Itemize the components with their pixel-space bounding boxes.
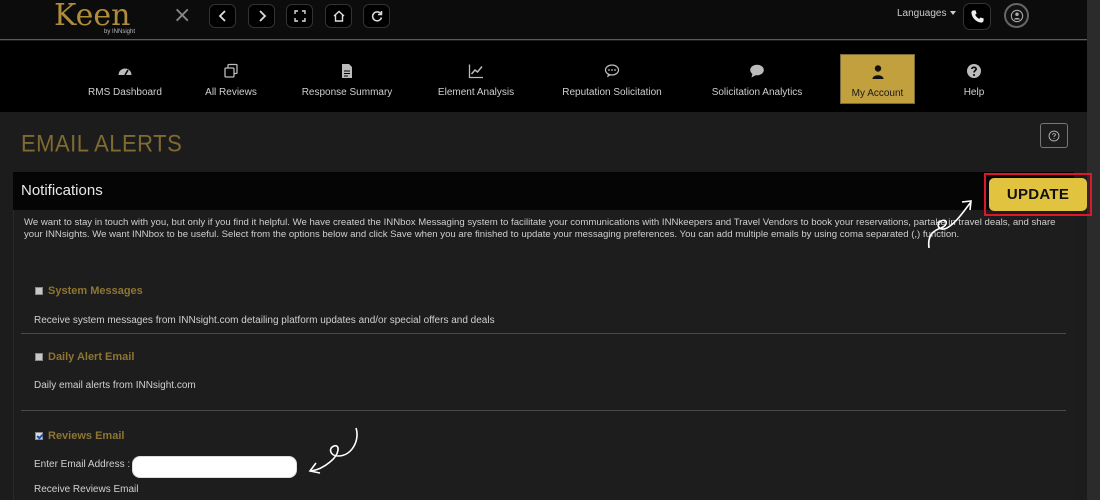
main-nav: RMS Dashboard All Reviews Response Summa… bbox=[0, 41, 1087, 112]
divider bbox=[21, 333, 1066, 334]
nav-item-help[interactable]: Help bbox=[955, 41, 993, 112]
nav-label: My Account bbox=[851, 88, 904, 99]
daily-alert-checkbox[interactable] bbox=[35, 353, 43, 361]
nav-label: Solicitation Analytics bbox=[711, 87, 803, 98]
system-messages-checkbox[interactable] bbox=[35, 287, 43, 295]
nav-item-reputation-solicitation[interactable]: Reputation Solicitation bbox=[556, 41, 668, 112]
caret-down-icon bbox=[949, 11, 956, 16]
option-label: Daily Alert Email bbox=[48, 351, 135, 363]
home-icon bbox=[333, 10, 344, 22]
nav-item-solicitation-analytics[interactable]: Solicitation Analytics bbox=[704, 41, 810, 112]
languages-dropdown[interactable]: Languages bbox=[897, 8, 956, 19]
question-icon bbox=[967, 64, 981, 78]
forward-icon bbox=[258, 10, 266, 22]
nav-item-rms-dashboard[interactable]: RMS Dashboard bbox=[84, 41, 166, 112]
nav-label: All Reviews bbox=[205, 87, 257, 98]
nav-label: Response Summary bbox=[301, 87, 393, 98]
chat-bubble-icon bbox=[750, 64, 764, 78]
dashboard-icon bbox=[118, 68, 132, 76]
forward-button[interactable] bbox=[248, 4, 275, 28]
close-icon[interactable]: × bbox=[173, 5, 193, 27]
nav-label: Element Analysis bbox=[437, 87, 515, 98]
email-label: Enter Email Address : bbox=[34, 459, 131, 470]
panel-header bbox=[13, 172, 1074, 210]
page-title: EMAIL ALERTS bbox=[21, 129, 183, 158]
option-system-messages[interactable]: System Messages bbox=[35, 285, 143, 297]
panel-title: Notifications bbox=[21, 182, 103, 199]
nav-item-element-analysis[interactable]: Element Analysis bbox=[432, 41, 520, 112]
curved-arrow-icon bbox=[308, 427, 358, 474]
update-highlight: UPDATE bbox=[984, 173, 1092, 216]
reviews-icon bbox=[224, 63, 238, 78]
profile-button[interactable] bbox=[1004, 3, 1029, 28]
document-icon bbox=[342, 64, 352, 78]
phone-button[interactable] bbox=[963, 3, 991, 30]
user-icon bbox=[872, 65, 883, 79]
nav-item-response-summary[interactable]: Response Summary bbox=[296, 41, 398, 112]
fullscreen-icon bbox=[293, 10, 306, 22]
languages-label: Languages bbox=[897, 8, 947, 19]
intro-text: We want to stay in touch with you, but o… bbox=[24, 217, 1056, 240]
nav-label: RMS Dashboard bbox=[88, 87, 162, 98]
back-button[interactable] bbox=[209, 4, 236, 28]
fullscreen-button[interactable] bbox=[286, 4, 313, 28]
email-input[interactable] bbox=[132, 456, 297, 478]
line-chart-icon bbox=[468, 64, 483, 79]
option-description: Daily email alerts from INNsight.com bbox=[34, 380, 196, 391]
reviews-email-checkbox[interactable] bbox=[35, 432, 43, 440]
nav-item-all-reviews[interactable]: All Reviews bbox=[201, 41, 261, 112]
chat-dots-icon bbox=[604, 64, 620, 78]
option-label: Reviews Email bbox=[48, 430, 125, 442]
option-description: Receive system messages from INNsight.co… bbox=[34, 315, 495, 326]
scrollbar[interactable] bbox=[1087, 0, 1100, 500]
top-bar: Keen by INNsight × Languages bbox=[0, 0, 1100, 40]
refresh-icon bbox=[371, 11, 382, 22]
option-reviews-email[interactable]: Reviews Email bbox=[35, 430, 124, 442]
option-description: Receive Reviews Email bbox=[34, 484, 139, 495]
avatar-icon bbox=[1010, 9, 1023, 22]
question-circle-icon bbox=[1048, 130, 1060, 141]
nav-label: Help bbox=[963, 87, 985, 98]
home-button[interactable] bbox=[325, 4, 352, 28]
option-daily-alert-email[interactable]: Daily Alert Email bbox=[35, 351, 134, 363]
option-label: System Messages bbox=[48, 285, 143, 297]
curved-arrow-icon bbox=[927, 200, 972, 249]
keen-logo[interactable]: Keen by INNsight bbox=[54, 0, 154, 38]
nav-item-my-account[interactable]: My Account bbox=[840, 54, 915, 104]
logo-subtext: by INNsight bbox=[104, 29, 136, 35]
divider bbox=[21, 410, 1066, 411]
update-button[interactable]: UPDATE bbox=[989, 178, 1087, 211]
phone-icon bbox=[970, 10, 984, 23]
back-icon bbox=[218, 10, 226, 22]
refresh-button[interactable] bbox=[363, 4, 390, 28]
nav-label: Reputation Solicitation bbox=[562, 87, 662, 98]
help-button[interactable] bbox=[1040, 123, 1068, 148]
